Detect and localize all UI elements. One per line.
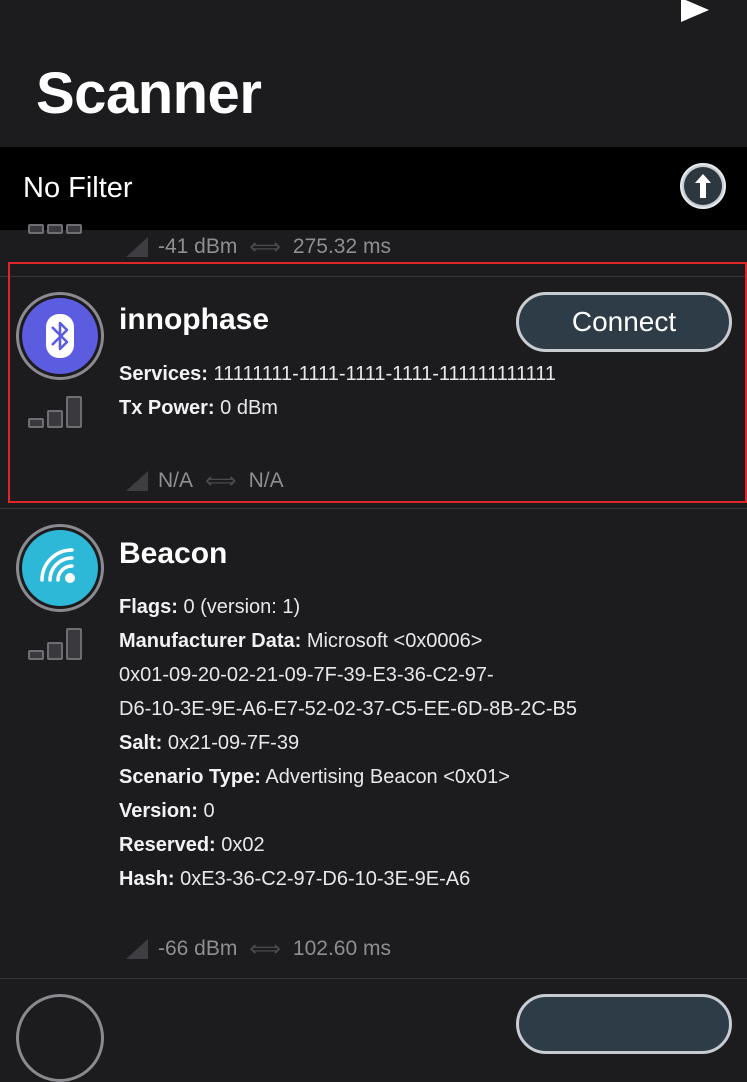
- device-stats: -66 dBm ⟺ 102.60 ms: [126, 936, 391, 962]
- page-title: Scanner: [36, 61, 262, 126]
- connect-button[interactable]: [516, 994, 732, 1054]
- detail-line: Scenario Type: Advertising Beacon <0x01>: [119, 766, 510, 788]
- scroll-top-button[interactable]: [680, 163, 726, 209]
- filter-label: No Filter: [23, 172, 133, 204]
- device-row[interactable]: Beacon Flags: 0 (version: 1) Manufacture…: [0, 509, 747, 979]
- rssi-icon: [126, 939, 148, 959]
- arrow-up-icon: [695, 174, 711, 198]
- rssi-icon: [126, 237, 148, 257]
- detail-line: Version: 0: [119, 800, 215, 822]
- device-row-next[interactable]: [0, 980, 747, 1082]
- play-icon[interactable]: [681, 0, 709, 22]
- device-avatar: [16, 524, 104, 612]
- interval-icon: ⟺: [249, 234, 281, 259]
- detail-line: Flags: 0 (version: 1): [119, 596, 301, 618]
- filter-bar[interactable]: No Filter: [0, 147, 747, 230]
- device-stats: -41 dBm ⟺ 275.32 ms: [126, 234, 391, 260]
- detail-line: Reserved: 0x02: [119, 834, 265, 856]
- selection-highlight: [8, 262, 747, 503]
- device-name: Beacon: [119, 537, 228, 570]
- detail-line: 0x01-09-20-02-21-09-7F-39-E3-36-C2-97-: [119, 664, 494, 686]
- detail-line: Salt: 0x21-09-7F-39: [119, 732, 300, 754]
- rssi-value: -41 dBm: [158, 235, 238, 258]
- interval-value: 275.32 ms: [292, 235, 391, 258]
- beacon-icon: [40, 548, 75, 583]
- signal-strength-icon: [28, 224, 82, 234]
- detail-line: D6-10-3E-9E-A6-E7-52-02-37-C5-EE-6D-8B-2…: [119, 698, 577, 720]
- interval-icon: ⟺: [249, 936, 281, 961]
- rssi-value: -66 dBm: [158, 937, 238, 960]
- device-avatar: [16, 994, 104, 1082]
- detail-line: Manufacturer Data: Microsoft <0x0006>: [119, 630, 483, 652]
- signal-strength-icon: [28, 628, 82, 660]
- detail-line: Hash: 0xE3-36-C2-97-D6-10-3E-9E-A6: [119, 868, 471, 890]
- interval-value: 102.60 ms: [292, 937, 391, 960]
